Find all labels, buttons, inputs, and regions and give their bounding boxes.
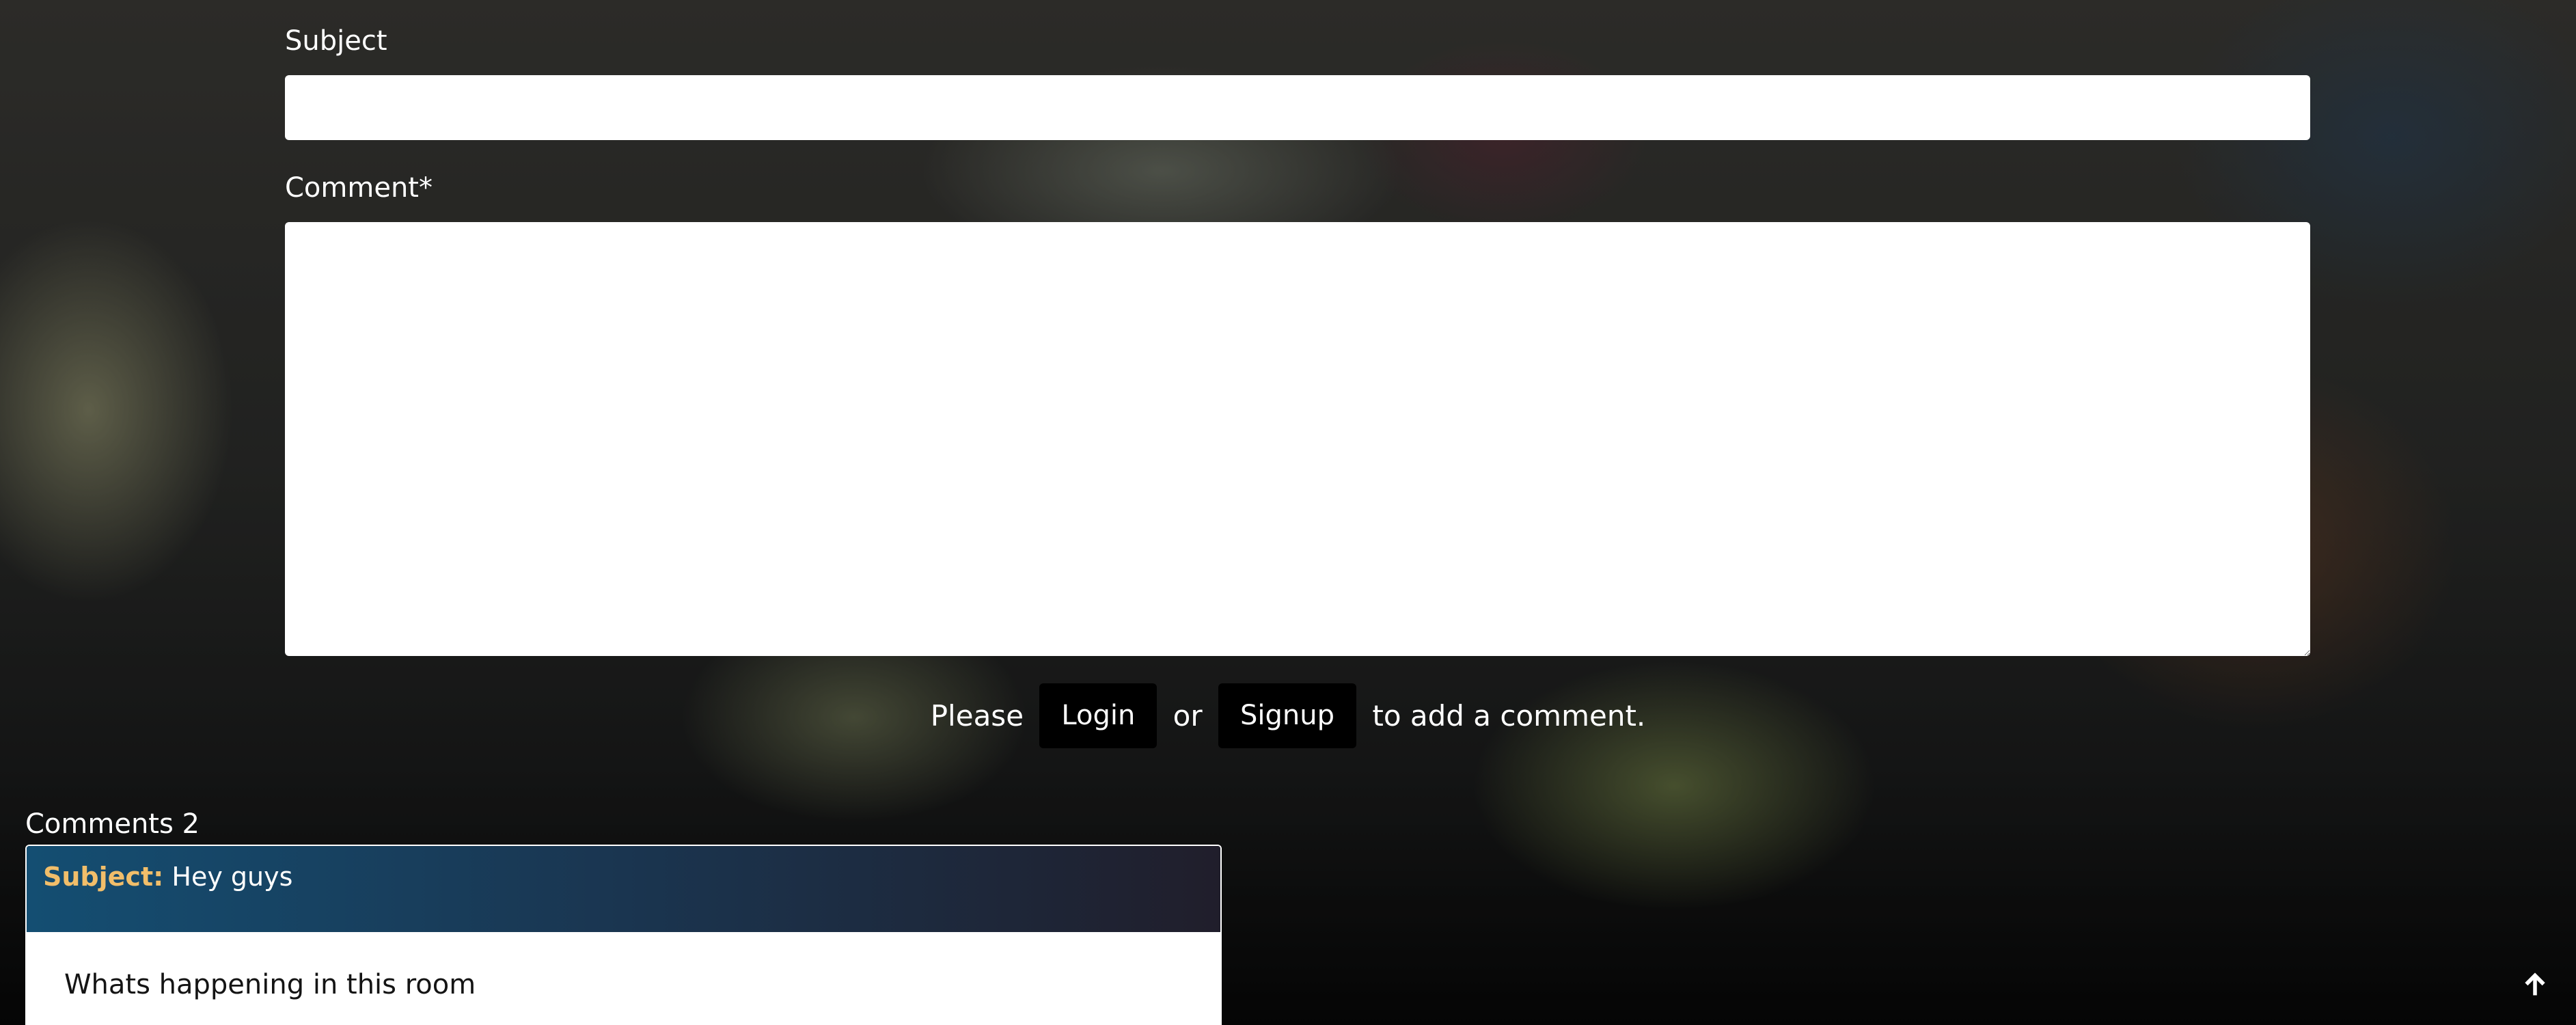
login-button[interactable]: Login: [1039, 683, 1157, 748]
auth-prompt: Please Login or Signup to add a comment.: [0, 683, 2576, 748]
subject-label: Subject: [285, 25, 387, 57]
auth-prefix-text: Please: [930, 699, 1024, 733]
comment-card: Subject: Hey guys Whats happening in thi…: [25, 845, 1222, 1025]
comment-label: Comment*: [285, 172, 433, 204]
subject-input[interactable]: [285, 75, 2310, 140]
comment-textarea[interactable]: [285, 222, 2310, 656]
signup-button[interactable]: Signup: [1218, 683, 1356, 748]
scroll-to-top-button[interactable]: [2508, 957, 2562, 1011]
comment-subject-key: Subject:: [43, 862, 164, 892]
comment-header: Subject: Hey guys: [27, 846, 1220, 932]
comment-body: Whats happening in this room: [27, 932, 1220, 1024]
auth-or-text: or: [1173, 699, 1203, 733]
comments-heading: Comments 2: [25, 808, 200, 840]
comment-subject: Hey guys: [172, 862, 293, 892]
arrow-up-icon: [2525, 972, 2545, 996]
auth-suffix-text: to add a comment.: [1372, 699, 1646, 733]
comment-form: Subject Comment*: [285, 20, 2310, 656]
